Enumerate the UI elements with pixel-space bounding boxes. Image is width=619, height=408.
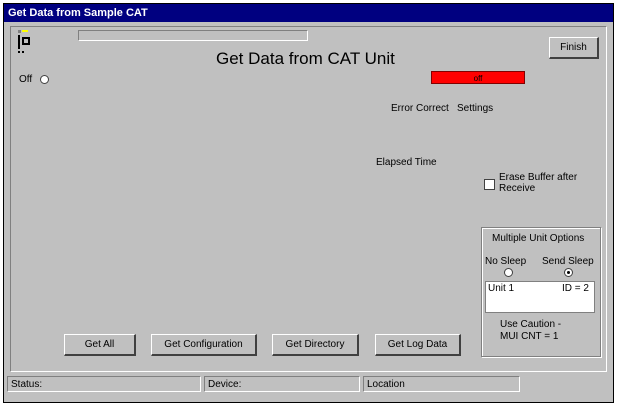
device-panel: Device:: [204, 376, 360, 392]
app-icon: [17, 29, 33, 59]
erase-buffer-label-line1: Erase Buffer after: [499, 172, 578, 183]
get-directory-button[interactable]: Get Directory: [272, 334, 359, 356]
main-window: Get Data from Sample CAT Get Data from C…: [3, 3, 614, 403]
content-panel: Get Data from CAT Unit Finish Off off Er…: [10, 26, 607, 372]
elapsed-time-label: Elapsed Time: [376, 157, 437, 168]
progress-bar: [78, 30, 308, 41]
caution-line1: Use Caution -: [500, 319, 562, 330]
status-panel: Status:: [7, 376, 201, 392]
get-all-button[interactable]: Get All: [64, 334, 136, 356]
page-title: Get Data from CAT Unit: [216, 49, 395, 68]
error-correct-label: Error Correct: [391, 103, 449, 114]
status-indicator: off: [431, 71, 525, 84]
window-title: Get Data from Sample CAT: [8, 7, 148, 19]
off-label: Off: [19, 74, 33, 85]
location-panel: Location: [363, 376, 520, 392]
erase-buffer-label: Erase Buffer after Receive: [499, 172, 577, 194]
no-sleep-label: No Sleep: [485, 256, 527, 267]
erase-buffer-checkbox[interactable]: [484, 179, 495, 190]
erase-buffer-label-line2: Receive: [499, 183, 536, 194]
get-configuration-button[interactable]: Get Configuration: [151, 334, 257, 356]
unit-name: Unit 1: [488, 283, 515, 294]
caution-line2: MUI CNT = 1: [500, 331, 559, 342]
unit-id: ID = 2: [562, 283, 589, 294]
settings-label: Settings: [457, 103, 494, 114]
multiple-unit-options-title: Multiple Unit Options: [492, 233, 585, 244]
off-indicator-icon: [40, 75, 49, 84]
window-titlebar: Get Data from Sample CAT: [4, 4, 613, 22]
multiple-unit-options-group: Multiple Unit Options No Sleep Send Slee…: [481, 227, 601, 357]
unit-list[interactable]: Unit 1 ID = 2: [485, 281, 595, 313]
finish-button[interactable]: Finish: [549, 37, 599, 59]
send-sleep-radio[interactable]: [564, 268, 573, 277]
send-sleep-label: Send Sleep: [542, 256, 594, 267]
get-log-data-button[interactable]: Get Log Data: [375, 334, 461, 356]
no-sleep-radio[interactable]: [504, 268, 513, 277]
